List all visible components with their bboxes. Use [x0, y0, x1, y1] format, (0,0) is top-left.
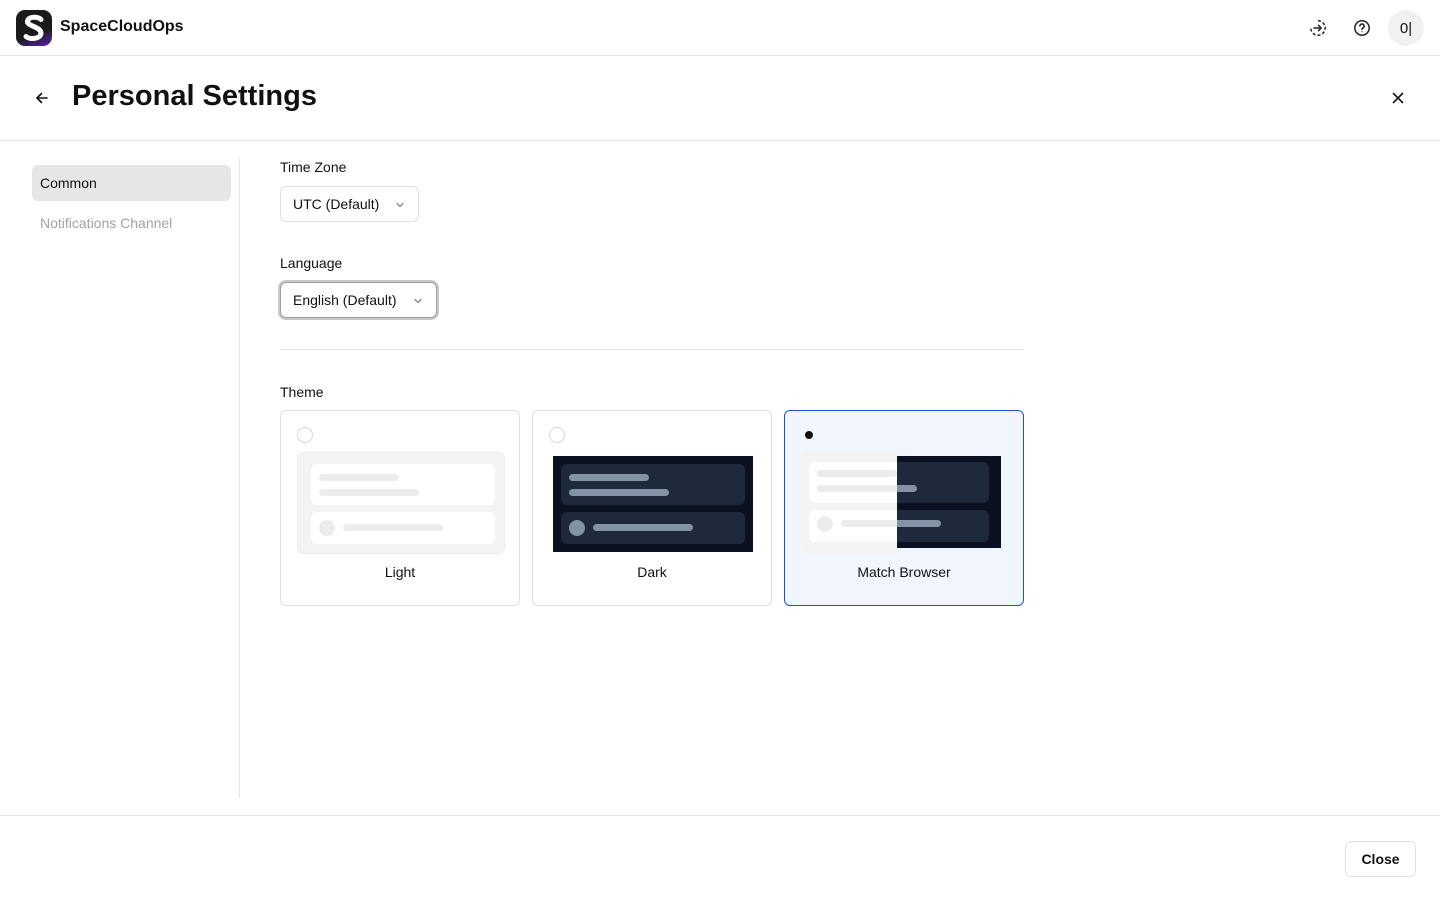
section-divider: [280, 349, 1024, 350]
user-avatar[interactable]: 0|: [1388, 10, 1424, 46]
theme-radio[interactable]: [297, 427, 313, 443]
dark-theme-preview: [549, 452, 757, 554]
top-bar: SpaceCloudOps 0|: [0, 0, 1440, 56]
close-button[interactable]: Close: [1345, 841, 1416, 877]
settings-sidenav: Common Notifications Channel: [0, 157, 240, 798]
chevron-down-icon: [414, 298, 422, 304]
help-icon[interactable]: [1348, 14, 1376, 42]
language-label: Language: [280, 255, 343, 271]
timezone-select[interactable]: UTC (Default): [280, 186, 419, 222]
sidenav-item-label: Notifications Channel: [40, 215, 173, 231]
theme-name: Dark: [637, 564, 667, 580]
sidenav-item-common[interactable]: Common: [32, 165, 231, 201]
page-title: Personal Settings: [72, 80, 317, 112]
theme-name: Light: [384, 564, 416, 580]
light-theme-preview: [297, 452, 505, 554]
app-logo-icon[interactable]: [16, 10, 52, 46]
theme-label: Theme: [280, 384, 324, 400]
chevron-down-icon: [396, 202, 404, 208]
theme-option-match-browser[interactable]: Match Browser: [784, 410, 1024, 606]
sidenav-item-label: Common: [40, 175, 97, 191]
timezone-value: UTC (Default): [293, 196, 380, 212]
sidenav-item-notifications-channel[interactable]: Notifications Channel: [32, 205, 231, 241]
theme-option-dark[interactable]: Dark: [532, 410, 772, 606]
theme-radio[interactable]: [549, 427, 565, 443]
app-brand-name: SpaceCloudOps: [60, 18, 184, 35]
close-icon[interactable]: [1384, 84, 1412, 112]
theme-radio-selected[interactable]: [801, 427, 817, 443]
language-value: English (Default): [293, 292, 397, 308]
timezone-label: Time Zone: [280, 159, 347, 175]
theme-name: Match Browser: [857, 564, 951, 580]
language-select[interactable]: English (Default): [280, 282, 437, 318]
page-header: Personal Settings: [0, 56, 1440, 141]
theme-option-light[interactable]: Light: [280, 410, 520, 606]
match-browser-theme-preview: [801, 452, 1009, 554]
footer-bar: Close: [0, 815, 1440, 900]
back-arrow-icon[interactable]: [28, 84, 56, 112]
sign-in-icon[interactable]: [1304, 14, 1332, 42]
